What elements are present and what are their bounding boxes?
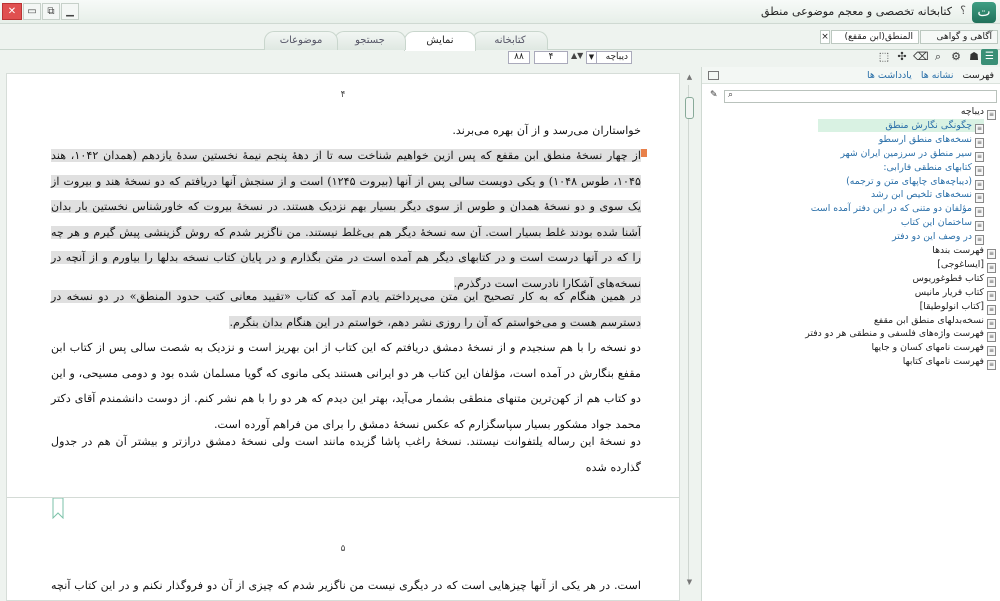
title-bar: ✕ ▭ ⧉ ▁ ؟ کتابخانه تخصصی و معجم موضوعی م… bbox=[0, 0, 1000, 24]
maximize-window-button[interactable]: ▭ bbox=[23, 3, 41, 20]
toc-item[interactable]: ≡[کتاب انولوطیقا] bbox=[919, 300, 996, 315]
toc-item[interactable]: ≡نسخه‌بدلهای منطق ابن مقفع bbox=[873, 314, 996, 329]
page-number-input[interactable]: ۴ bbox=[534, 51, 568, 64]
section-select-value: دیباچه bbox=[605, 52, 628, 62]
page-icon: ≡ bbox=[987, 360, 996, 371]
tab-toc[interactable]: فهرست bbox=[963, 70, 994, 81]
document-scrollbar[interactable]: ▲ ▼ bbox=[684, 73, 695, 601]
toc-item-label: ساختمان این کتاب bbox=[900, 217, 972, 229]
toc-item[interactable]: ≡نسخه‌های منطق ارسطو bbox=[878, 133, 984, 148]
toc-item-label: فهرست واژه‌های فلسفی و منطقی هر دو دفتر bbox=[805, 328, 984, 340]
tab-notes[interactable]: یادداشت ها bbox=[867, 70, 912, 81]
bookmark-icon[interactable] bbox=[52, 498, 64, 519]
toc-item[interactable]: ≡نسخه‌های تلخیص ابن رشد bbox=[870, 188, 984, 204]
list-view-button[interactable]: ☰ bbox=[981, 49, 998, 65]
help-icon[interactable]: ؟ bbox=[960, 4, 966, 17]
toc-item-label: فهرست نامهای کسان و جایها bbox=[871, 342, 984, 354]
app-logo-icon: ت bbox=[972, 2, 996, 23]
tab-subjects[interactable]: موضوعات bbox=[264, 31, 338, 50]
scroll-up-icon[interactable]: ▲ bbox=[684, 73, 695, 81]
close-doc-tab-button[interactable]: × bbox=[820, 30, 830, 44]
page-stepper-icon[interactable]: ▲▼ bbox=[571, 51, 583, 60]
page-separator bbox=[7, 497, 679, 498]
tab-library[interactable]: کتابخانه bbox=[472, 31, 548, 50]
toc-panel-header: فهرست نشانه ها یادداشت ها bbox=[702, 67, 1000, 84]
scroll-track[interactable] bbox=[688, 85, 689, 585]
paragraph: است. در هر یکی از آنها چیزهایی است که در… bbox=[51, 579, 641, 592]
restore-window-button[interactable]: ⧉ bbox=[42, 3, 60, 20]
minimize-window-button[interactable]: ▁ bbox=[61, 3, 79, 20]
scroll-thumb[interactable] bbox=[685, 97, 694, 119]
paragraph: دو نسخهٔ این رساله یلتفوانت نیستند. نسخه… bbox=[51, 435, 641, 474]
tab-bookmarks[interactable]: نشانه ها bbox=[921, 70, 954, 81]
tab-view[interactable]: نمایش bbox=[404, 31, 476, 51]
toc-search-input[interactable] bbox=[724, 90, 997, 103]
document-toolbar: ۸۸ ۴ ▲▼ ▼ دیباچه bbox=[0, 50, 1000, 67]
search-icon[interactable]: ⌕ bbox=[728, 90, 733, 100]
toc-item-label: کتاب فریار مانیس bbox=[914, 286, 984, 298]
eraser-icon[interactable]: ⌫ bbox=[913, 50, 929, 64]
toc-item[interactable]: ≡فهرست بندها bbox=[932, 244, 996, 259]
toc-item-label: سیر منطق در سرزمین ایران شهر bbox=[840, 147, 972, 159]
close-window-button[interactable]: ✕ bbox=[2, 3, 22, 20]
toc-item-label: نسخه‌بدلهای منطق ابن مقفع bbox=[873, 314, 984, 326]
toc-item-label: نسخه‌های تلخیص ابن رشد bbox=[870, 189, 972, 201]
toc-item[interactable]: ≡[ایساغوجی] bbox=[937, 258, 996, 273]
toc-item-label: [ایساغوجی] bbox=[937, 258, 984, 270]
toc-item-label: چگونگی نگارش منطق bbox=[885, 119, 972, 131]
document-view[interactable]: ۴ خواستاران می‌رسد و از آن بهره می‌برند.… bbox=[6, 73, 680, 601]
toc-item[interactable]: ≡فهرست نامهای کسان و جایها bbox=[871, 341, 996, 357]
toc-item[interactable]: ≡چگونگی نگارش منطق bbox=[818, 118, 984, 134]
toc-item[interactable]: ≡در وصف این دو دفتر bbox=[892, 230, 984, 246]
toc-search-row: ✎ ⌕ bbox=[706, 90, 997, 103]
toc-item-label: در وصف این دو دفتر bbox=[892, 231, 972, 243]
panel-tabs: فهرست نشانه ها یادداشت ها bbox=[867, 70, 994, 81]
fit-page-icon[interactable]: ⬚ bbox=[877, 50, 891, 64]
right-toolbar: ⬚ ✣ ⌫ ⌕ ⚙ ☗ bbox=[877, 50, 981, 64]
page-number-bottom: ۵ bbox=[340, 544, 346, 554]
toc-item-label: نسخه‌های منطق ارسطو bbox=[878, 133, 972, 145]
bookmark-add-icon[interactable]: ☗ bbox=[967, 50, 981, 64]
toc-item[interactable]: ≡دیباچه bbox=[960, 105, 996, 120]
window-controls: ✕ ▭ ⧉ ▁ bbox=[2, 3, 79, 20]
toc-item[interactable]: ≡فهرست واژه‌های فلسفی و منطقی هر دو دفتر bbox=[805, 327, 996, 343]
tab-search[interactable]: جستجو bbox=[334, 31, 406, 50]
toc-item-label: [کتاب انولوطیقا] bbox=[919, 300, 984, 312]
toc-item[interactable]: ≡کتابهای منطقی فارابی: bbox=[883, 161, 984, 176]
toc-item[interactable]: ≡مؤلفان دو متنی که در این دفتر آمده است bbox=[810, 202, 984, 218]
toc-item-label: کتابهای منطقی فارابی: bbox=[883, 161, 972, 173]
expand-icon[interactable]: ✣ bbox=[895, 50, 909, 64]
scroll-down-icon[interactable]: ▼ bbox=[684, 578, 695, 586]
wrench-icon[interactable]: ✎ bbox=[710, 90, 718, 100]
toc-item[interactable]: ≡ساختمان این کتاب bbox=[900, 216, 984, 232]
chevron-down-icon: ▼ bbox=[587, 52, 597, 63]
paragraph: دو نسخه را با هم سنجیدم و از نسخهٔ دمشق … bbox=[51, 341, 641, 431]
toc-item-label: دیباچه bbox=[960, 106, 984, 117]
gear-icon[interactable]: ⚙ bbox=[949, 50, 963, 64]
doc-tab-agahi[interactable]: آگاهی و گواهی bbox=[920, 30, 998, 44]
paragraph: خواستاران می‌رسد و از آن بهره می‌برند. bbox=[452, 124, 641, 137]
panel-toggle-icon[interactable] bbox=[708, 71, 719, 80]
doc-tab-almantiq[interactable]: المنطق(ابن مقفع) bbox=[831, 30, 919, 44]
zoom-input[interactable]: ۸۸ bbox=[508, 51, 530, 64]
toc-item[interactable]: ≡کتاب قطوغوریوس bbox=[912, 272, 996, 287]
app-title: کتابخانه تخصصی و معجم موضوعی منطق bbox=[761, 5, 952, 18]
toc-item[interactable]: ≡سیر منطق در سرزمین ایران شهر bbox=[840, 147, 984, 162]
toc-item-label: فهرست نامهای کتابها bbox=[902, 356, 984, 368]
page-number-top: ۴ bbox=[340, 90, 346, 100]
toc-item-label: کتاب قطوغوریوس bbox=[912, 272, 984, 284]
paragraph-highlighted: در همین هنگام که به کار تصحیح این متن می… bbox=[51, 290, 641, 329]
toc-item-label: مؤلفان دو متنی که در این دفتر آمده است bbox=[810, 203, 972, 215]
search-icon[interactable]: ⌕ bbox=[931, 50, 945, 64]
paragraph-highlighted: از چهار نسخهٔ منطق ابن مقفع که پس ازین خ… bbox=[51, 149, 641, 290]
toc-item-label: فهرست بندها bbox=[932, 245, 984, 256]
page-icon: ≡ bbox=[987, 110, 996, 120]
section-select[interactable]: ▼ دیباچه bbox=[586, 51, 632, 64]
toc-item[interactable]: ≡فهرست نامهای کتابها bbox=[902, 355, 996, 371]
toc-item[interactable]: ≡کتاب فریار مانیس bbox=[914, 286, 996, 301]
toc-item-label: (دیباچه‌های چاپهای متن و ترجمه) bbox=[846, 175, 972, 187]
toc-item[interactable]: ≡(دیباچه‌های چاپهای متن و ترجمه) bbox=[846, 175, 984, 190]
toc-panel: فهرست نشانه ها یادداشت ها ✎ ⌕ ≡دیباچه ≡چگ… bbox=[701, 67, 1000, 601]
